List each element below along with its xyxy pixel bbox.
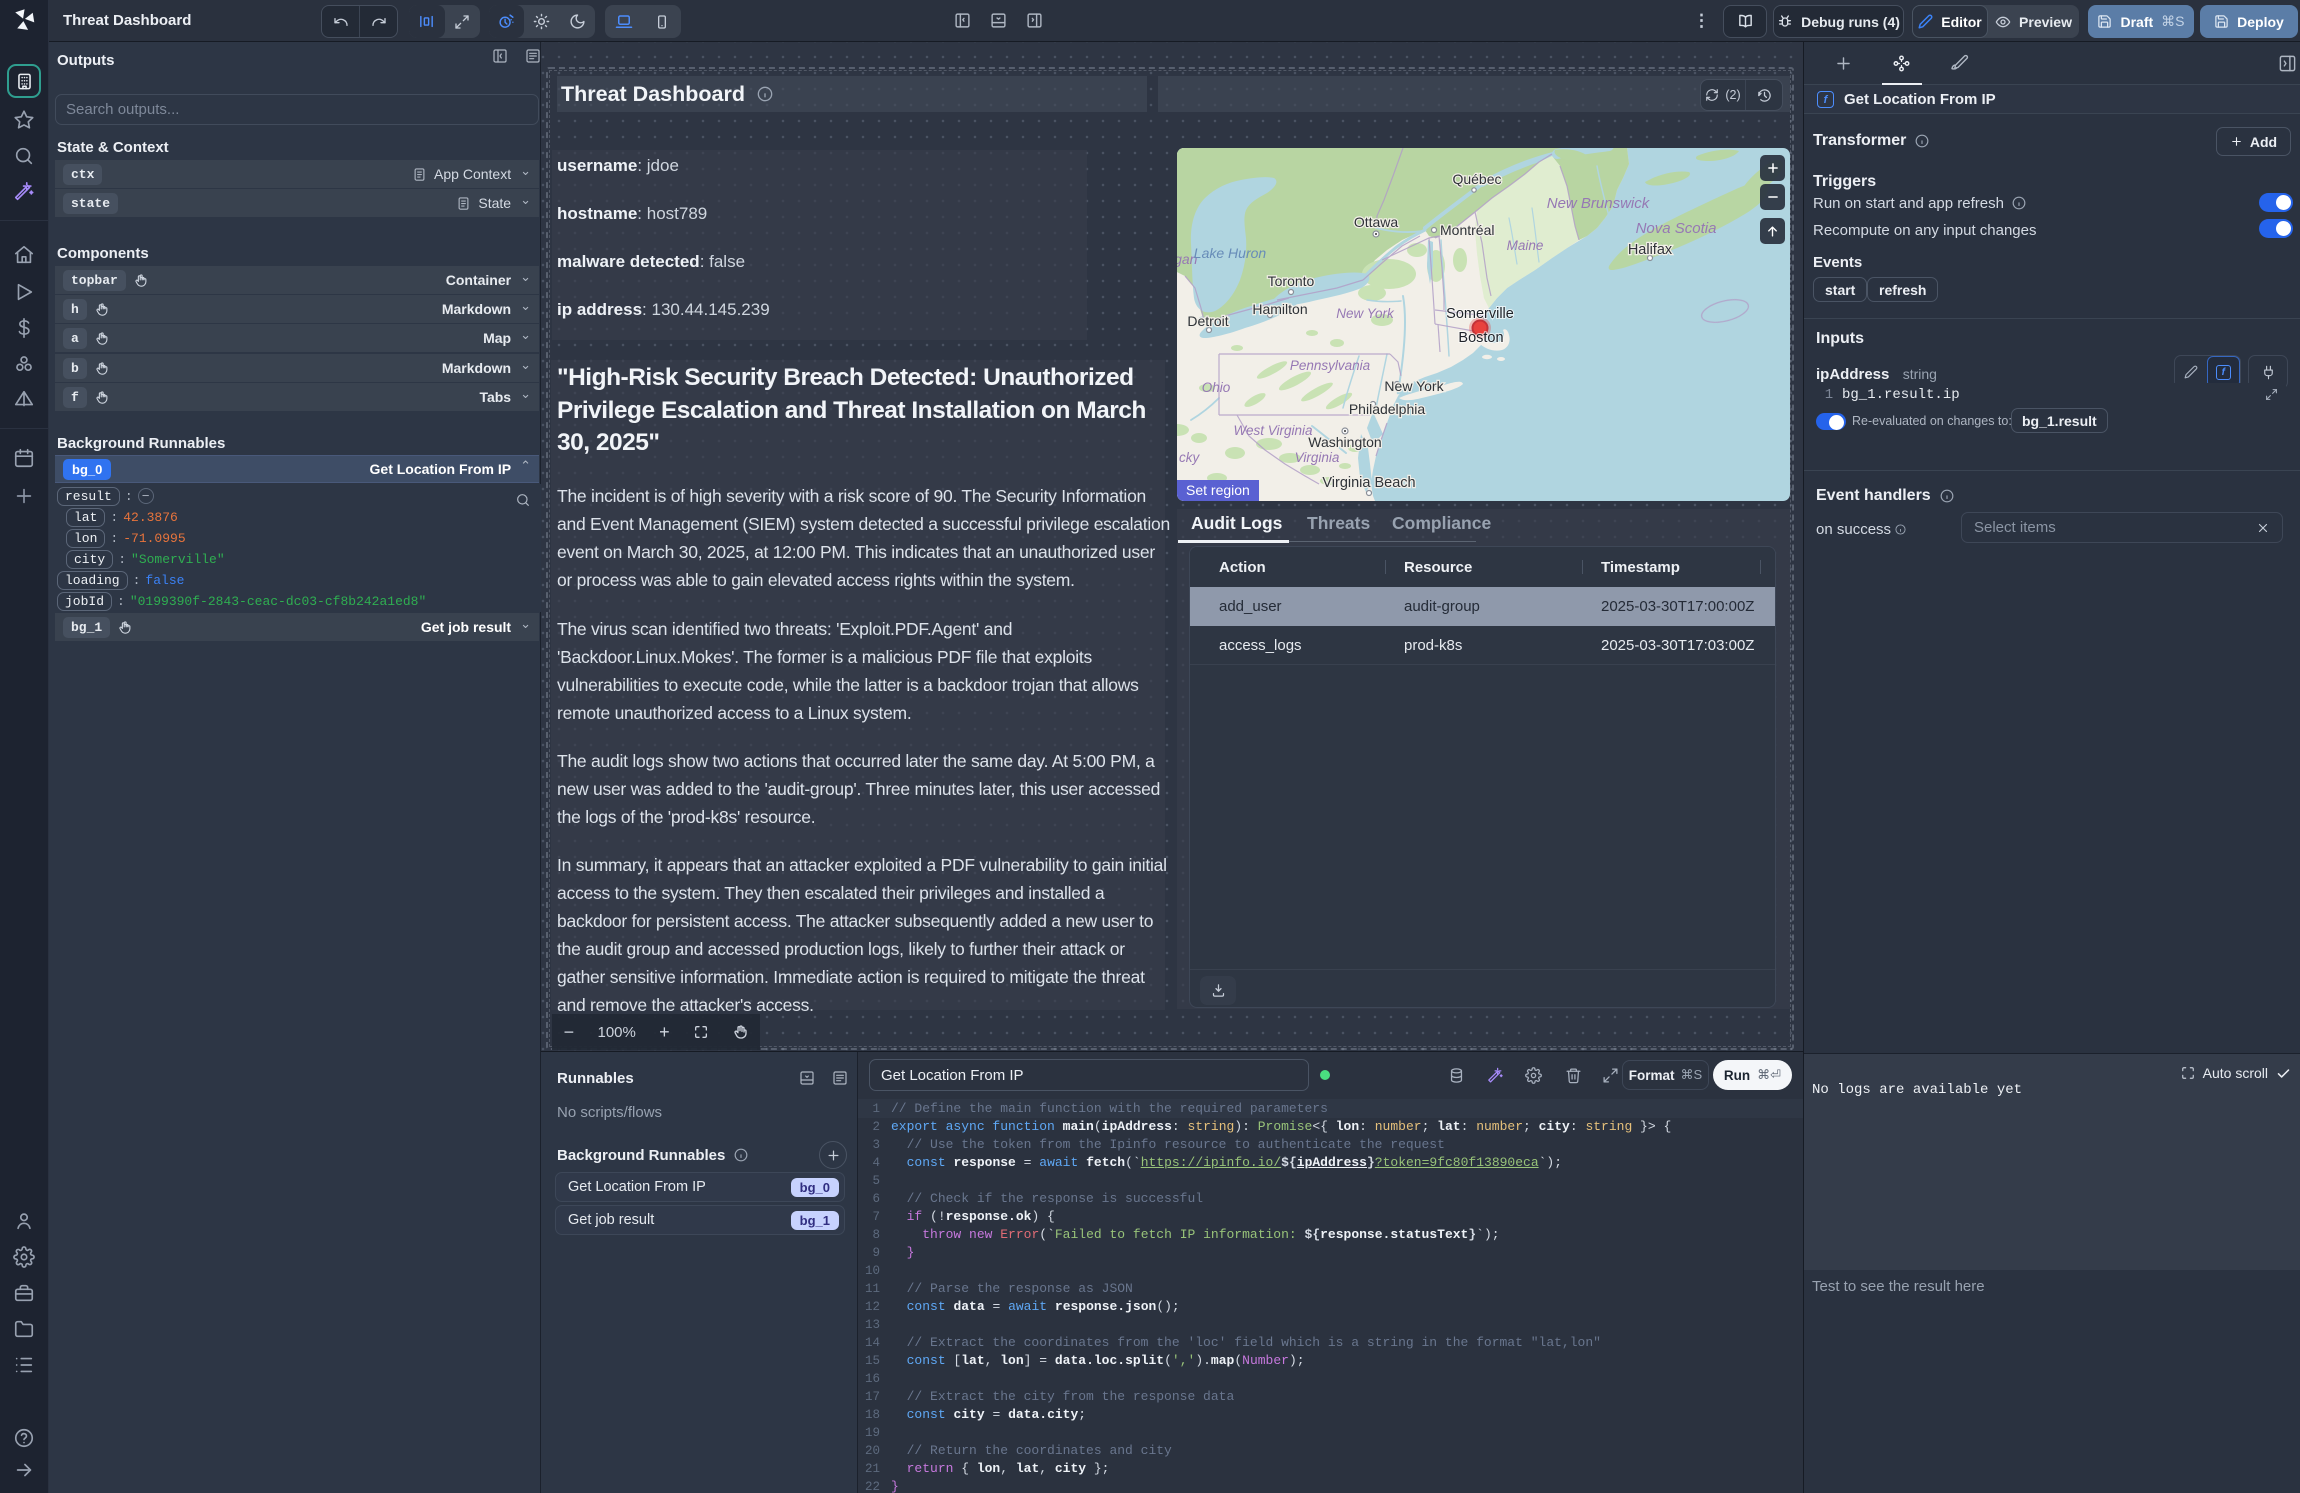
- svg-text:Somerville: Somerville: [1446, 306, 1514, 322]
- svg-text:Detroit: Detroit: [1187, 313, 1228, 329]
- svg-text:Pennsylvania: Pennsylvania: [1290, 358, 1371, 373]
- svg-text:Ottawa: Ottawa: [1354, 214, 1399, 230]
- svg-text:Maine: Maine: [1507, 238, 1544, 253]
- svg-text:Boston: Boston: [1458, 330, 1503, 346]
- svg-text:West Virginia: West Virginia: [1233, 423, 1313, 438]
- svg-text:Washington: Washington: [1308, 434, 1381, 450]
- svg-text:Virginia Beach: Virginia Beach: [1322, 475, 1415, 491]
- svg-text:New Brunswick: New Brunswick: [1547, 195, 1651, 212]
- svg-text:Lake Huron: Lake Huron: [1194, 245, 1267, 261]
- svg-text:Nova Scotia: Nova Scotia: [1636, 220, 1717, 237]
- svg-text:New York: New York: [1336, 306, 1395, 321]
- svg-text:Halifax: Halifax: [1628, 242, 1673, 258]
- svg-text:New York: New York: [1384, 378, 1444, 394]
- svg-text:cky: cky: [1179, 450, 1201, 465]
- svg-text:Québec: Québec: [1452, 171, 1501, 187]
- svg-text:Philadelphia: Philadelphia: [1349, 401, 1425, 417]
- svg-text:Hamilton: Hamilton: [1252, 301, 1307, 317]
- svg-text:Virginia: Virginia: [1295, 450, 1340, 465]
- svg-text:Ohio: Ohio: [1202, 380, 1231, 395]
- svg-text:Toronto: Toronto: [1268, 273, 1315, 289]
- svg-text:Montréal: Montréal: [1440, 222, 1494, 238]
